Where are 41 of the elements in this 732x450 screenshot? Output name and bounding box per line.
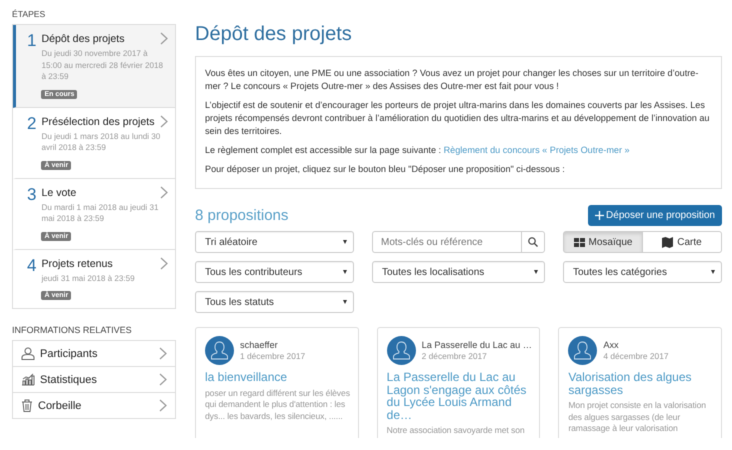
post-date: 2 décembre 2017	[422, 351, 488, 362]
post-date: 1 décembre 2017	[240, 351, 306, 362]
intro-paragraph: Pour déposer un projet, cliquez sur le bouton bleu "Déposer une proposition" ci-dessous :	[205, 163, 566, 176]
section-heading: INFORMATIONS RELATIVES	[12, 325, 133, 335]
proposal-count: 8 propositions	[195, 207, 288, 224]
step-number: 3	[27, 186, 36, 206]
step-title: Présélection des projets	[41, 114, 155, 130]
proposal-excerpt: Notre association savoyarde met son	[386, 425, 526, 436]
dropdown[interactable]: Tous les statuts	[195, 291, 354, 313]
dropdown[interactable]: Tri aléatoire	[195, 231, 354, 253]
author-name: La Passerelle du Lac au …	[422, 339, 532, 351]
step-number: 1	[27, 32, 36, 52]
info-link[interactable]: Statistiques	[13, 367, 175, 393]
info-link[interactable]: Corbeille	[13, 393, 175, 418]
step-dates: Du jeudi 1 mars 2018 au lundi 30 avril 2018 à 23:59	[41, 130, 162, 154]
submit-proposal-button[interactable]: Déposer une proposition	[588, 205, 722, 226]
proposal-excerpt: poser un regard différent sur les élèves qui demandent le plus d'attention : les dys... les bavards, les silencieux, ......	[205, 388, 351, 422]
post-date: 4 décembre 2017	[603, 351, 669, 362]
step-number: 4	[27, 256, 36, 276]
step-title: Le vote	[41, 186, 76, 200]
step-title: Projets retenus	[41, 256, 113, 272]
dropdown[interactable]: Tous les contributeurs	[195, 261, 354, 283]
view-toggle-button[interactable]: Mosaïque	[563, 231, 643, 253]
view-toggle-button[interactable]: Carte	[643, 231, 722, 253]
author-name: schaeffer	[240, 339, 279, 351]
section-heading: ÉTAPES	[12, 9, 46, 19]
step-dates: jeudi 31 mai 2018 à 23:59	[41, 272, 136, 284]
intro-paragraph: Vous êtes un citoyen, une PME ou une association ? Vous avez un projet pour changer les choses sur un territoire d’outre-mer ? Le concours « Projets Outre-mer » des Assises des Outre-mer est fait pour vous !	[205, 67, 700, 93]
intro-paragraph: L’objectif est de soutenir et d’encourager les porteurs de projet ultra-marins dans les domaines couverts par les Assises. Les projets récompensés devront contribuer à l’amélioration du quotidien des ultra-marins et au développement de l’innovation au sein des territoires.	[205, 99, 710, 138]
step-dates: Du jeudi 30 novembre 2017 à 15:00 au mercredi 28 février 2018 à 23:59	[41, 48, 164, 82]
proposal-excerpt: Mon projet consiste en la valorisation des algues sargasses (de leur ramassage à leur valorisation	[568, 400, 707, 434]
dropdown[interactable]: Toutes les catégories	[563, 261, 722, 283]
dropdown[interactable]: Toutes les localisations	[372, 261, 545, 283]
step-dates: Du mardi 1 mai 2018 au jeudi 31 mai 2018 à 23:59	[41, 202, 160, 224]
info-link[interactable]: Participants	[13, 341, 175, 367]
search-field[interactable]: Mots-clés ou référence	[372, 231, 521, 253]
author-name: Axx	[603, 339, 620, 351]
page-title: Dépôt des projets	[195, 22, 353, 46]
intro-paragraph: Le règlement complet est accessible sur la page suivante : Règlement du concours « Projets Outre-mer »	[205, 144, 631, 157]
step-title: Dépôt des projets	[41, 32, 125, 47]
step-number: 2	[27, 114, 36, 134]
